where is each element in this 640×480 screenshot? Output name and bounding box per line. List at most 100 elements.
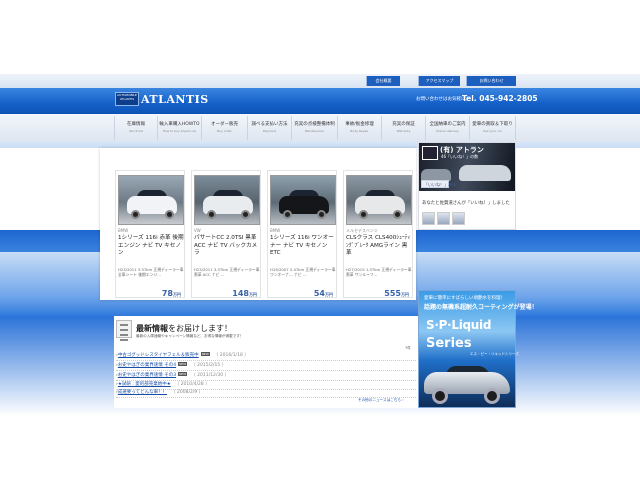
nav-sublabel: Sell your car [483, 129, 502, 133]
price-value: 148 [232, 289, 249, 298]
news-more-link[interactable]: その他のニュースはこちら › [358, 398, 404, 403]
phone-number: Tel. 045-942-2805 [462, 94, 538, 103]
car-details: H27/2015 1.37km 正規ディーラー車 黒革 サンルーフ… [346, 267, 412, 277]
nav-warranty[interactable]: 充実の保証 Warranty [382, 116, 426, 140]
ad-subtitle: エス・ピー・リキッドシリーズ [470, 352, 519, 356]
nav-sublabel: Buy order [217, 129, 232, 133]
nav-label: 在庫情報 [127, 122, 145, 127]
ad-car-image [420, 362, 514, 406]
car-photo[interactable] [346, 175, 412, 225]
car-maker: BMW [270, 228, 281, 233]
news-item[interactable]: ›中古ゴグッドレスタイヤフェル＆販売中 NEW （ 2016/1/18 ） [116, 351, 416, 361]
page: { "utility_links": ["会社概要", "アクセスマップ", "… [0, 0, 640, 480]
facebook-like-count: 46「いいね！」の数 [441, 154, 479, 159]
price-unit: 万円 [249, 292, 257, 297]
stock-card[interactable]: BMW 1シリーズ 116i 赤革 後期エンジン ナビ TV キセノン H23/… [115, 170, 185, 298]
nav-label: 全国納車のご案内 [429, 122, 466, 127]
ad-headline-strong: 話題の無機系超耐久コーティングが登場！ [424, 304, 538, 311]
car-details: H23/2011 3.37km 正規ディーラー車 黒革 ACC ナビ … [194, 267, 260, 277]
news-icon [116, 320, 132, 341]
news-subtitle: 最新の入庫速報やキャンペーン情報など、お得な情報が満載です！ [136, 334, 244, 338]
site-logo[interactable]: ATLANTIS [141, 93, 209, 106]
news-title-rest: をお届けします！ [168, 324, 232, 333]
news-item-date: （ 2011/12/30 ） [191, 373, 230, 378]
logo-emblem-text: AUTOMOBILE ATLANTIS [117, 93, 137, 101]
news-item-date: （ 2015/2/15 ） [191, 363, 227, 368]
car-photo[interactable] [270, 175, 336, 225]
price-unit: 万円 [401, 292, 409, 297]
car-details: H19/2007 2.47km 正規ディーラー車 ワンオーナ… ナビ … [270, 267, 336, 277]
logo-emblem[interactable]: AUTOMOBILE ATLANTIS [115, 92, 139, 106]
new-badge: NEW [200, 352, 210, 356]
ad-title-series: Series [426, 336, 472, 351]
car-maker: メルセデスベンツ [346, 228, 378, 233]
nav-sublabel: Online delivery [436, 129, 459, 133]
news-item-date: （ 2016/1/18 ） [213, 353, 249, 358]
car-model[interactable]: 1シリーズ 116i 赤革 後期エンジン ナビ TV キセノン [118, 235, 184, 258]
nav-repair[interactable]: 事故/板金修理 Body Repair [338, 116, 382, 140]
news-title-bold: 最新情報 [136, 324, 168, 333]
news-item-date: （ 2010/4/28 ） [174, 382, 210, 387]
price-value: 555 [384, 289, 401, 298]
news-title: 最新情報をお届けします！ [136, 323, 232, 334]
news-item-title[interactable]: 中古ゴグッドレスタイヤフェル＆販売中 [118, 353, 199, 358]
car-price: 555万円 [384, 289, 409, 298]
news-item[interactable]: ›成選要ってどんな車？！（ 2008/2/9 ） [116, 388, 416, 398]
nav-payment[interactable]: 調べる支払い方法 Payment [248, 116, 292, 140]
car-price: 148万円 [232, 289, 257, 298]
nav-sublabel: Stock list [129, 129, 143, 133]
car-model[interactable]: 1シリーズ 116i ワンオーナー ナビ TV キセノン ETC [270, 235, 336, 258]
facebook-friend-avatar[interactable] [437, 212, 450, 225]
nav-label: 調べる支払い方法 [251, 122, 288, 127]
nav-sublabel: How to buy import car [162, 129, 197, 133]
stock-card[interactable]: BMW 1シリーズ 116i ワンオーナー ナビ TV キセノン ETC H19… [267, 170, 337, 298]
ad-title: S·P·Liquid [426, 318, 492, 332]
news-item[interactable]: ›お史やはぎの業界速情 その4 NEW （ 2015/2/15 ） [116, 361, 416, 371]
utility-link-company[interactable]: 会社概要 [366, 76, 400, 86]
price-value: 54 [313, 289, 325, 298]
new-badge: NEW [178, 372, 188, 376]
nav-buyback[interactable]: 愛車の買取＆下取り Sell your car [470, 116, 516, 140]
site-header [0, 88, 640, 114]
nav-stock[interactable]: 在庫情報 Stock list [114, 116, 158, 140]
facebook-like-button[interactable]: 「いいね！」済み [421, 180, 456, 188]
nav-label: オーダー販売 [211, 122, 238, 127]
car-model[interactable]: パサートCC 2.0TSI 黒革 ACC ナビ TV バックカメラ [194, 235, 260, 258]
price-unit: 万円 [325, 292, 333, 297]
car-maker: VW [194, 228, 201, 233]
nav-howto[interactable]: 輸入車購入HOWTO How to buy import car [158, 116, 202, 140]
car-photo[interactable] [118, 175, 184, 225]
nav-order[interactable]: オーダー販売 Buy order [202, 116, 248, 140]
facebook-friend-avatar[interactable] [422, 212, 435, 225]
utility-link-access[interactable]: アクセスマップ [418, 76, 460, 86]
nav-sublabel: Body Repair [350, 129, 369, 133]
nav-maintenance[interactable]: 充実の点検整備体制 Maintenance [292, 116, 338, 140]
utility-link-contact[interactable]: お問い合わせ [466, 76, 516, 86]
nav-sublabel: Warranty [396, 129, 411, 133]
car-photo[interactable] [194, 175, 260, 225]
nav-label: 愛車の買取＆下取り [472, 122, 513, 127]
car-price: 78万円 [162, 289, 181, 298]
news-item-title[interactable]: お史やはぎの業界速情 その3 [118, 373, 176, 378]
news-item-title[interactable]: お史やはぎの業界速情 その4 [118, 363, 176, 368]
car-model[interactable]: CLSクラス CLS400ｼｭｰﾃｨﾝｸﾞﾌﾞﾚｰｸ AMGライン 黒革 [346, 235, 412, 258]
facebook-friends-text: あなたと佐賀道さんが「いいね！」しました [422, 201, 510, 206]
price-value: 78 [161, 289, 173, 298]
nav-label: 事故/板金修理 [345, 122, 374, 127]
car-maker: BMW [118, 228, 129, 233]
stock-card[interactable]: メルセデスベンツ CLSクラス CLS400ｼｭｰﾃｨﾝｸﾞﾌﾞﾚｰｸ AMGラ… [343, 170, 413, 298]
stock-card[interactable]: VW パサートCC 2.0TSI 黒革 ACC ナビ TV バックカメラ H23… [191, 170, 261, 298]
utility-bar [0, 74, 640, 88]
facebook-friend-avatar[interactable] [452, 212, 465, 225]
new-badge: NEW [178, 362, 188, 366]
nav-label: 充実の点検整備体制 [294, 122, 335, 127]
nav-label: 充実の保証 [392, 122, 415, 127]
nav-delivery[interactable]: 全国納車のご案内 Online delivery [426, 116, 470, 140]
car-details: H23/2011 3.57km 正規ディーラー車 全車シート 後期エンジ… [118, 267, 184, 277]
facebook-page-thumbnail[interactable] [422, 146, 438, 160]
news-item-title[interactable]: 成選要ってどんな車？！ [118, 390, 167, 395]
news-item-date: （ 2008/2/9 ） [171, 390, 204, 395]
nav-sublabel: Payment [262, 129, 277, 133]
nav-sublabel: Maintenance [304, 129, 325, 133]
news-item-title[interactable]: ★試研 : 愛的部売業始中★ [118, 382, 171, 387]
